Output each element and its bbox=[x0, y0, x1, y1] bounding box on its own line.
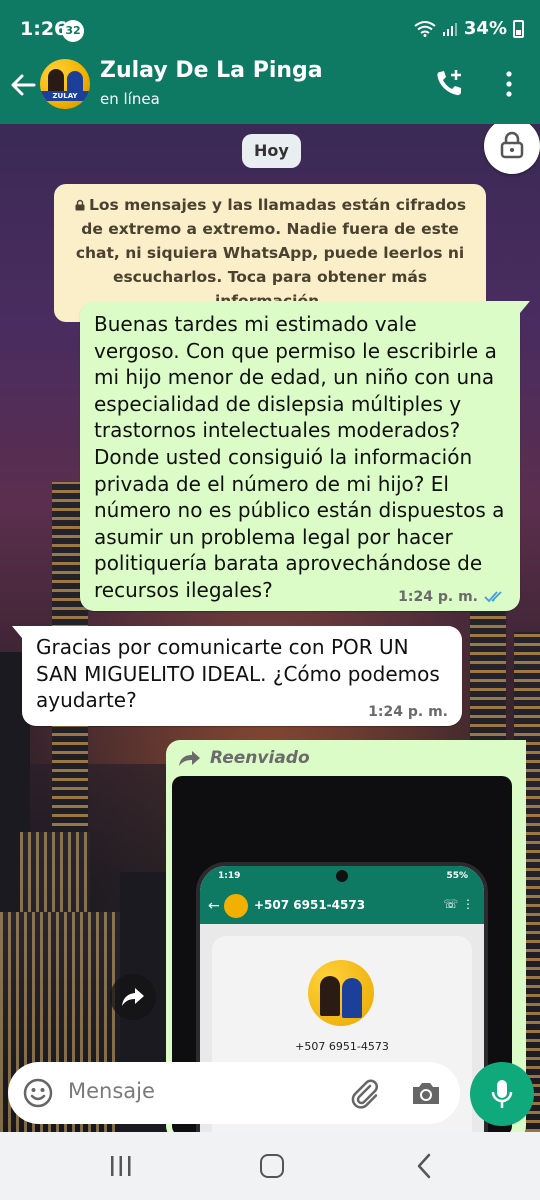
paperclip-icon[interactable] bbox=[348, 1077, 382, 1111]
forwarded-text: Reenviado bbox=[210, 748, 310, 768]
wifi-icon bbox=[414, 20, 436, 37]
nav-back-icon[interactable] bbox=[414, 1152, 434, 1180]
chat-area[interactable]: Hoy Los mensajes y las llamadas están ci… bbox=[0, 124, 540, 1132]
signal-icon bbox=[442, 22, 457, 36]
lock-icon bbox=[75, 199, 85, 211]
message-time: 1:24 p. m. bbox=[398, 589, 478, 605]
message-input[interactable]: Mensaje bbox=[8, 1062, 460, 1124]
battery-percent: 34% bbox=[463, 18, 507, 39]
message-placeholder: Mensaje bbox=[68, 1079, 155, 1103]
photo-avatar-figure bbox=[320, 976, 340, 1016]
nav-recents-icon[interactable] bbox=[108, 1154, 134, 1178]
message-time: 1:24 p. m. bbox=[368, 704, 448, 720]
back-arrow-icon[interactable] bbox=[8, 70, 38, 100]
camera-icon[interactable] bbox=[410, 1078, 442, 1108]
avatar[interactable]: ZULAY bbox=[40, 59, 90, 109]
message-outgoing[interactable]: Buenas tardes mi estimado vale vergoso. … bbox=[80, 301, 530, 611]
mic-button[interactable] bbox=[470, 1062, 534, 1126]
forwarded-label: Reenviado bbox=[178, 748, 310, 768]
call-add-icon[interactable] bbox=[432, 66, 468, 102]
photo-header-icons: ☏ ⋮ bbox=[443, 897, 474, 911]
message-text: Gracias por comunicarte con POR UN SAN M… bbox=[36, 635, 440, 713]
emoji-icon[interactable] bbox=[22, 1077, 54, 1109]
photo-avatar-figure bbox=[342, 978, 362, 1018]
chat-header: ZULAY Zulay De La Pinga en línea bbox=[0, 58, 540, 124]
photo-contact-avatar bbox=[308, 960, 374, 1026]
message-input-bar: Mensaje bbox=[0, 1056, 540, 1132]
photo-back-icon: ← bbox=[208, 898, 220, 914]
more-vert-icon[interactable] bbox=[498, 68, 520, 100]
nav-home-icon[interactable] bbox=[260, 1154, 284, 1178]
share-button[interactable] bbox=[110, 974, 156, 1020]
day-chip: Hoy bbox=[242, 134, 301, 168]
forward-icon bbox=[179, 751, 200, 766]
message-text: Buenas tardes mi estimado vale vergoso. … bbox=[94, 312, 505, 602]
photo-time: 1:19 bbox=[218, 871, 241, 881]
read-ticks-icon bbox=[484, 591, 502, 603]
contact-status: en línea bbox=[100, 90, 160, 108]
message-meta: 1:24 p. m. bbox=[398, 589, 506, 605]
share-icon bbox=[122, 988, 144, 1006]
status-time: 1:26 bbox=[20, 18, 68, 40]
status-bar: 1:26 32 34% bbox=[0, 0, 540, 58]
encryption-lock-button[interactable] bbox=[484, 124, 540, 174]
avatar-label: ZULAY bbox=[40, 91, 90, 101]
battery-icon bbox=[513, 19, 524, 38]
photo-chat-header: ← +507 6951-4573 ☏ ⋮ bbox=[200, 888, 484, 924]
message-incoming[interactable]: Gracias por comunicarte con POR UN SAN M… bbox=[12, 626, 462, 726]
photo-battery: 55% bbox=[446, 871, 468, 881]
photo-contact-number: +507 6951-4573 bbox=[295, 1040, 389, 1053]
mic-icon bbox=[491, 1080, 513, 1108]
message-meta: 1:24 p. m. bbox=[368, 704, 448, 720]
encryption-notice-text: Los mensajes y las llamadas están cifrad… bbox=[75, 196, 467, 310]
system-nav-bar bbox=[0, 1132, 540, 1200]
notification-count-badge: 32 bbox=[62, 20, 84, 42]
contact-name[interactable]: Zulay De La Pinga bbox=[100, 58, 323, 83]
status-right: 34% bbox=[414, 18, 524, 39]
photo-avatar bbox=[224, 894, 248, 918]
lock-icon bbox=[500, 131, 524, 159]
photo-header-number: +507 6951-4573 bbox=[254, 898, 366, 912]
photo-camera-notch bbox=[336, 870, 348, 882]
